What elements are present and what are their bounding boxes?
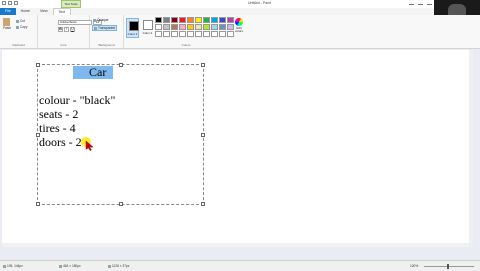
opaque-icon [93,18,96,22]
ribbon: Paste Cut Copy Clipboard Font Adobe Bodo… [0,15,480,49]
canvas-line-1: colour - "black" [39,93,116,107]
scissors-icon [16,19,19,23]
tab-text[interactable]: Text [52,8,71,15]
maximize-icon[interactable] [418,1,423,5]
window-title: Untitled - Paint [248,1,271,5]
close-icon[interactable] [427,1,432,5]
save-icon[interactable] [2,1,6,5]
transparent-label: Transparent [98,26,116,30]
zoom-level: 100% [410,264,419,268]
resize-handle[interactable] [201,202,205,206]
paste-label: Paste [3,26,12,30]
italic-button[interactable]: I [64,27,69,32]
crosshair-icon [3,264,6,268]
colors-group-label: Colors [181,43,191,47]
window-controls[interactable] [409,1,432,5]
resize-handle[interactable] [119,202,123,206]
transparent-option[interactable]: Transparent [92,25,118,31]
canvas-line-4: doors - 2 [39,135,82,149]
bold-button[interactable]: B [58,27,63,32]
clipboard-group-label: Clipboard [12,43,25,47]
resize-handle[interactable] [36,63,40,67]
horizontal-scrollbar[interactable] [2,243,469,247]
cut-label: Cut [20,19,25,23]
opaque-option[interactable]: Opaque [92,18,109,22]
selection-size-value: 464 × 180px [63,264,81,268]
opaque-label: Opaque [97,18,109,22]
image-size: 1128 × 37px [108,264,129,268]
mouse-pointer-icon [81,137,94,151]
zoom-slider-thumb[interactable] [447,264,449,269]
colors-group: Colors [124,15,248,48]
selection-size: 464 × 180px [59,264,81,268]
zoom-slider[interactable] [424,266,474,267]
copy-button[interactable]: Copy [16,25,27,29]
tab-file[interactable]: File [0,8,16,15]
cursor-position-value: 105, 144px [7,264,23,268]
clipboard-group: Paste Cut Copy Clipboard [0,15,38,48]
status-bar: 105, 144px 464 × 180px 1128 × 37px 100% [0,260,480,271]
canvas-line-2: seats - 2 [39,107,79,121]
font-family-select[interactable]: Adobe Bodo [58,20,92,25]
minimize-icon[interactable] [409,1,414,5]
font-group-label: Font [60,43,67,47]
tab-home[interactable]: Home [16,8,35,15]
resize-handle[interactable] [201,63,205,67]
background-group-label: Background [98,43,115,47]
quick-access-toolbar[interactable] [2,1,18,5]
paste-icon [3,18,10,26]
copy-label: Copy [20,25,28,29]
canvas-line-3: tires - 4 [39,121,76,135]
selection-icon [59,264,62,268]
redo-icon[interactable] [14,1,18,5]
underline-button[interactable]: U [70,27,75,32]
image-size-icon [108,264,111,268]
paste-button[interactable]: Paste [3,18,11,30]
cut-button[interactable]: Cut [16,19,25,23]
image-size-value: 1128 × 37px [112,264,130,268]
canvas-title-text: Car [89,65,107,79]
vertical-scrollbar[interactable] [469,50,473,243]
cursor-position: 105, 144px [3,264,23,268]
transparent-icon [94,26,97,30]
context-tab-label: Text Tools [61,0,81,8]
resize-handle[interactable] [36,202,40,206]
undo-icon[interactable] [8,1,12,5]
title-bar: Text Tools Untitled - Paint [0,0,480,8]
resize-handle[interactable] [201,133,205,137]
copy-icon [16,25,19,29]
resize-handle[interactable] [119,63,123,67]
tab-view[interactable]: View [35,8,53,15]
